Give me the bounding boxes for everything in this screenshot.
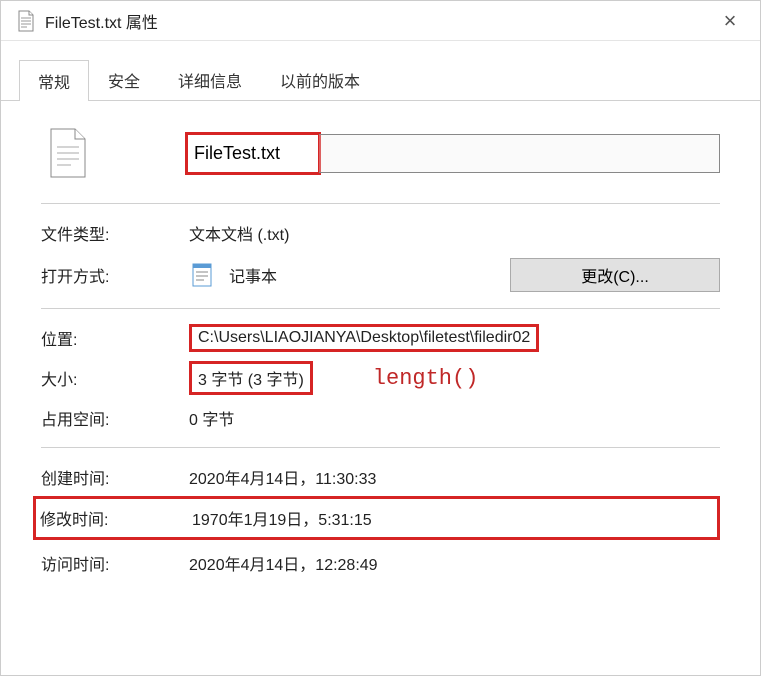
row-size: 大小: 3 字节 (3 字节) length()	[41, 357, 720, 399]
tab-previous-versions[interactable]: 以前的版本	[261, 59, 379, 100]
tab-content: 文件类型: 文本文档 (.txt) 打开方式: 记事本 更改(C)... 位置:…	[1, 101, 760, 582]
value-sizeondisk: 0 字节	[189, 406, 234, 430]
filename-input-ext[interactable]	[319, 134, 720, 173]
highlight-size: 3 字节 (3 字节)	[189, 361, 313, 395]
close-icon[interactable]: ×	[710, 8, 750, 34]
label-size: 大小:	[41, 366, 189, 390]
highlight-location: C:\Users\LIAOJIANYA\Desktop\filetest\fil…	[189, 324, 539, 352]
label-filetype: 文件类型:	[41, 221, 189, 245]
label-modified: 修改时间:	[40, 506, 192, 530]
row-location: 位置: C:\Users\LIAOJIANYA\Desktop\filetest…	[41, 319, 720, 357]
annotation-length: length()	[373, 366, 479, 391]
value-filetype: 文本文档 (.txt)	[189, 221, 289, 245]
divider	[41, 308, 720, 309]
row-created: 创建时间: 2020年4月14日，11:30:33	[41, 458, 720, 496]
filename-row	[41, 119, 720, 193]
label-created: 创建时间:	[41, 465, 189, 489]
value-location: C:\Users\LIAOJIANYA\Desktop\filetest\fil…	[198, 329, 530, 346]
window-title: FileTest.txt 属性	[45, 9, 710, 33]
row-filetype: 文件类型: 文本文档 (.txt)	[41, 214, 720, 252]
label-sizeondisk: 占用空间:	[41, 406, 189, 430]
filename-input[interactable]	[188, 135, 318, 172]
value-accessed: 2020年4月14日，12:28:49	[189, 551, 378, 575]
value-modified: 1970年1月19日，5:31:15	[192, 506, 372, 530]
row-modified: 修改时间: 1970年1月19日，5:31:15	[40, 499, 713, 537]
tab-general[interactable]: 常规	[19, 60, 89, 101]
row-sizeondisk: 占用空间: 0 字节	[41, 399, 720, 437]
highlight-modified-row: 修改时间: 1970年1月19日，5:31:15	[33, 496, 720, 540]
document-icon	[17, 10, 35, 32]
titlebar: FileTest.txt 属性 ×	[1, 1, 760, 41]
highlight-filename	[185, 132, 321, 175]
divider	[41, 203, 720, 204]
label-openwith: 打开方式:	[41, 263, 189, 287]
value-size: 3 字节 (3 字节)	[198, 372, 304, 389]
change-button[interactable]: 更改(C)...	[510, 258, 720, 292]
row-openwith: 打开方式: 记事本 更改(C)...	[41, 252, 720, 298]
value-created: 2020年4月14日，11:30:33	[189, 465, 376, 489]
notepad-icon	[189, 261, 217, 289]
row-accessed: 访问时间: 2020年4月14日，12:28:49	[41, 544, 720, 582]
tab-strip: 常规 安全 详细信息 以前的版本	[1, 41, 760, 101]
value-openwith: 记事本	[229, 263, 277, 287]
tab-security[interactable]: 安全	[89, 59, 159, 100]
label-location: 位置:	[41, 326, 189, 350]
tab-details[interactable]: 详细信息	[159, 59, 261, 100]
file-icon	[47, 127, 89, 179]
divider	[41, 447, 720, 448]
properties-window: FileTest.txt 属性 × 常规 安全 详细信息 以前的版本 文件类型:…	[0, 0, 761, 676]
label-accessed: 访问时间:	[41, 551, 189, 575]
